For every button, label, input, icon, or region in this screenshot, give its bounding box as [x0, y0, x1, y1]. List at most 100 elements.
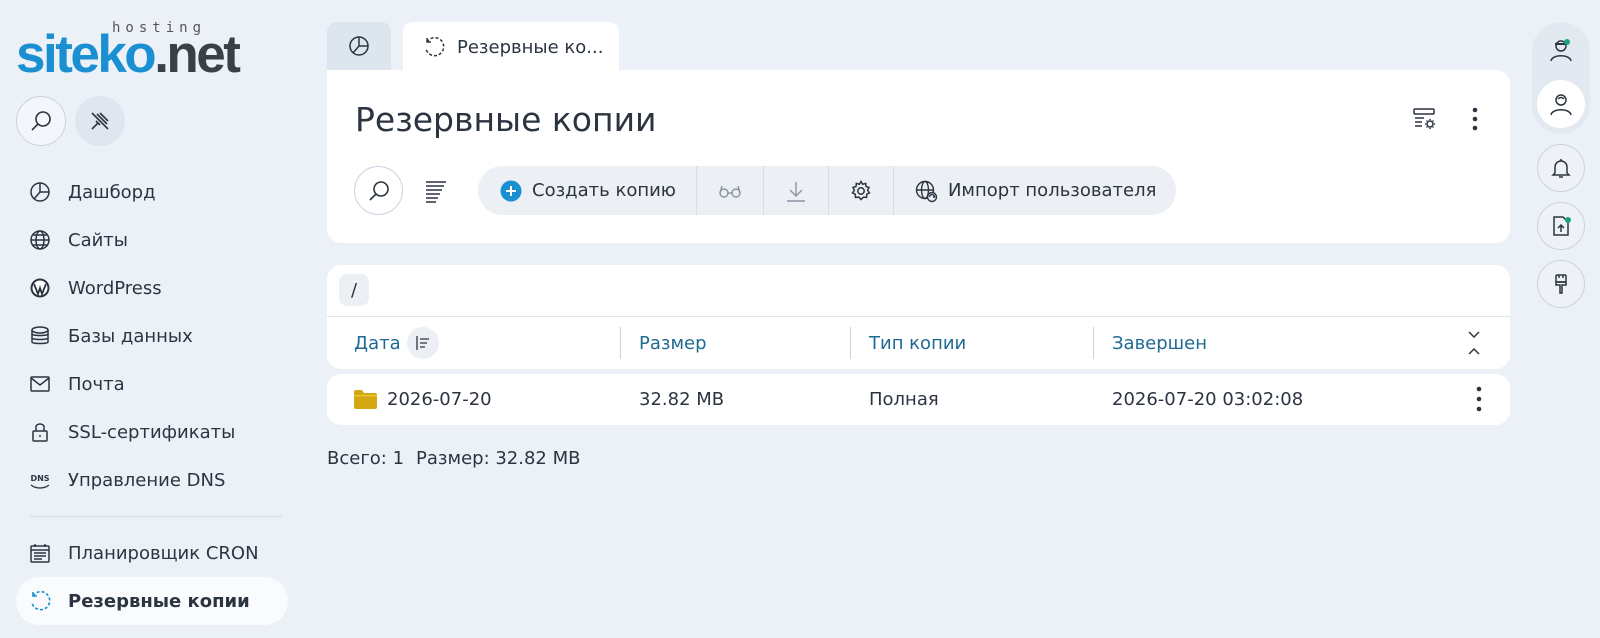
page-header-card: Резервные копии Создать копию Импорт пол… [327, 70, 1510, 243]
row-actions-button[interactable] [1476, 386, 1482, 412]
tab-backups-label: Резервные ко... [457, 36, 604, 58]
column-header-size[interactable]: Размер [639, 317, 707, 369]
sidebar-item-sites[interactable]: Сайты [16, 216, 288, 264]
sidebar-item-label: Базы данных [68, 325, 193, 347]
sidebar-item-mail[interactable]: Почта [16, 360, 288, 408]
column-settings-button[interactable] [1412, 106, 1438, 132]
mail-icon [28, 372, 52, 396]
dns-icon: DNS [28, 468, 52, 492]
sidebar-item-label: Почта [68, 373, 125, 395]
filter-lines-icon [425, 180, 446, 203]
column-header-finished[interactable]: Завершен [1112, 317, 1207, 369]
sidebar-item-label: Управление DNS [68, 469, 226, 491]
user-switcher [1532, 22, 1590, 134]
list-settings-icon [1413, 108, 1435, 129]
path-breadcrumb[interactable]: / [339, 274, 369, 306]
file-upload-button[interactable] [1537, 202, 1585, 250]
logo-brand-part1: siteko [16, 25, 157, 84]
column-header-date[interactable]: Дата [354, 317, 439, 369]
sidebar-item-wordpress[interactable]: WordPress [16, 264, 288, 312]
file-upload-icon [1553, 216, 1571, 236]
cell-date-text: 2026-07-20 [387, 389, 492, 410]
import-user-button[interactable]: Импорт пользователя [892, 166, 1176, 215]
tools-button[interactable] [1537, 260, 1585, 308]
table-header-row: Дата Размер Тип копии Завершен [327, 317, 1510, 369]
bell-icon [1551, 159, 1571, 178]
brush-icon [1555, 274, 1567, 294]
table-summary: Всего: 1 Размер: 32.82 MB [327, 448, 580, 469]
collapse-all-button[interactable] [1466, 329, 1482, 357]
backups-table: / Дата Размер Тип копии Завершен [327, 265, 1510, 369]
sidebar-item-ssl[interactable]: SSL-сертификаты [16, 408, 288, 456]
sidebar-nav: Дашборд Сайты WordPress Базы данных Почт… [16, 168, 288, 625]
table-search-button[interactable] [354, 166, 403, 215]
sidebar-item-label: Планировщик CRON [68, 542, 259, 564]
sidebar-item-databases[interactable]: Базы данных [16, 312, 288, 360]
calendar-icon [28, 541, 52, 565]
sidebar-search-button[interactable] [16, 96, 66, 146]
filter-button[interactable] [411, 166, 460, 215]
logo-brand-part2: .net [154, 25, 241, 84]
page-title: Резервные копии [355, 100, 657, 139]
lock-icon [28, 420, 52, 444]
glasses-icon [718, 183, 742, 199]
toolbar: Создать копию Импорт пользователя [354, 166, 1177, 215]
column-divider[interactable] [850, 327, 851, 359]
create-backup-label: Создать копию [532, 180, 676, 201]
search-icon [368, 180, 389, 201]
view-button[interactable] [695, 166, 763, 215]
user-account-button[interactable] [1537, 80, 1585, 128]
sidebar-item-label: SSL-сертификаты [68, 421, 236, 443]
download-button[interactable] [762, 166, 828, 215]
settings-button[interactable] [827, 166, 893, 215]
sidebar-item-dashboard[interactable]: Дашборд [16, 168, 288, 216]
sidebar-item-backups[interactable]: Резервные копии [16, 577, 288, 625]
admin-avatar-icon [1550, 39, 1572, 62]
sidebar-item-cron[interactable]: Планировщик CRON [16, 529, 288, 577]
wordpress-icon [28, 276, 52, 300]
cell-finished: 2026-07-20 03:02:08 [1112, 389, 1304, 410]
backup-icon [423, 36, 445, 58]
pie-chart-icon [28, 180, 52, 204]
logo-wordmark: siteko.net [16, 24, 241, 85]
unpin-icon [91, 112, 109, 130]
sidebar-unpin-button[interactable] [75, 96, 125, 146]
create-backup-button[interactable]: Создать копию [478, 166, 696, 215]
tab-backups[interactable]: Резервные ко... [403, 22, 619, 72]
sort-lines-icon [415, 336, 429, 350]
cell-date: 2026-07-20 [354, 374, 492, 425]
tab-dashboard[interactable] [327, 22, 391, 70]
download-icon [785, 180, 807, 202]
folder-icon [354, 390, 377, 409]
column-header-type[interactable]: Тип копии [869, 317, 966, 369]
dns-icon-text: DNS [30, 474, 49, 483]
sort-button[interactable] [406, 327, 439, 359]
sidebar-item-label: Резервные копии [68, 590, 250, 612]
table-row[interactable]: 2026-07-20 32.82 MB Полная 2026-07-20 03… [327, 374, 1510, 425]
globe-icon [28, 228, 52, 252]
user-icon [1550, 94, 1572, 116]
search-icon [31, 111, 51, 131]
siteko-logo[interactable]: hosting siteko.net [16, 18, 256, 84]
kebab-menu-icon [1476, 386, 1482, 412]
plus-circle-icon [500, 180, 522, 202]
collapse-chevrons-icon [1468, 331, 1480, 355]
notifications-button[interactable] [1537, 144, 1585, 192]
gear-icon [850, 179, 872, 202]
summary-size: Размер: 32.82 MB [416, 448, 581, 469]
admin-user-button[interactable] [1537, 26, 1585, 74]
backup-icon [28, 589, 52, 613]
cell-size: 32.82 MB [639, 389, 725, 410]
more-options-button[interactable] [1462, 106, 1488, 132]
column-divider[interactable] [620, 327, 621, 359]
database-icon [28, 324, 52, 348]
sidebar-item-dns[interactable]: DNS Управление DNS [16, 456, 288, 504]
globe-sync-icon [914, 179, 938, 203]
toolbar-actions: Создать копию Импорт пользователя [478, 166, 1177, 215]
column-header-label: Дата [354, 332, 401, 354]
column-divider[interactable] [1093, 327, 1094, 359]
sidebar-item-label: Сайты [68, 229, 128, 251]
import-user-label: Импорт пользователя [947, 180, 1157, 201]
right-rail [1531, 22, 1591, 332]
summary-total: Всего: 1 [327, 448, 405, 469]
